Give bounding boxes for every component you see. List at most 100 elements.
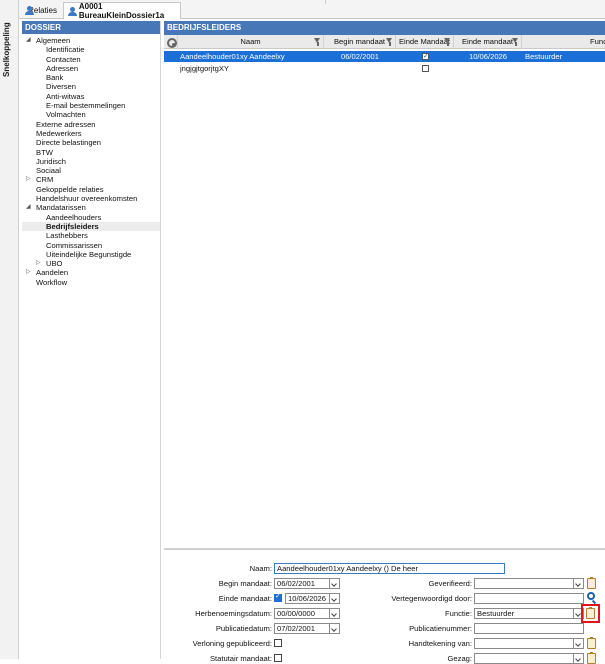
functie-field[interactable]: Bestuurder	[474, 608, 574, 619]
tree-item-label: Workflow	[36, 278, 67, 287]
tree-item[interactable]: Contacten	[22, 55, 160, 64]
cell-naam: Aandeelhouder01xy Aandeelxy	[180, 51, 324, 62]
publicatiedatum-field[interactable]: 07/02/2001	[274, 623, 330, 634]
column-header-naam[interactable]: Naam	[178, 35, 324, 49]
tree-item[interactable]: Volmachten	[22, 110, 160, 119]
tree-item[interactable]: E-mail bestemmelingen	[22, 101, 160, 110]
begin-mandaat-field[interactable]: 06/02/2001	[274, 578, 330, 589]
clipboard-icon[interactable]	[587, 578, 596, 589]
tree-item[interactable]: Externe adressen	[22, 120, 160, 129]
column-header-einde-mandaat[interactable]: Einde mandaat	[454, 35, 522, 49]
tree-item[interactable]: Sociaal	[22, 166, 160, 175]
column-header-functie[interactable]: Functie	[522, 35, 605, 49]
begin-mandaat-label: Begin mandaat:	[184, 578, 272, 589]
expand-arrow-icon[interactable]: ◢	[26, 36, 31, 45]
tree-item[interactable]: ▷ CRM	[22, 175, 160, 184]
einde-mandaat-field[interactable]: 10/06/2026	[285, 593, 330, 604]
tree-item[interactable]: Lasthebbers	[22, 231, 160, 240]
tree-item-label: Bedrijfsleiders	[46, 222, 99, 231]
table-row[interactable]: Aandeelhouder01xy Aandeelxy 06/02/2001 1…	[164, 51, 605, 62]
einde-mandaat-checkbox[interactable]	[422, 53, 429, 60]
handtekening-label: Handtekening van:	[372, 638, 472, 649]
einde-mandaat-dropdown[interactable]	[330, 593, 340, 604]
geverifieerd-field[interactable]	[474, 578, 574, 589]
einde-mandaat-checkbox[interactable]	[274, 594, 282, 602]
herbenoemingsdatum-dropdown[interactable]	[330, 608, 340, 619]
tree-item[interactable]: Anti-witwas	[22, 92, 160, 101]
publicatienummer-field[interactable]	[474, 623, 584, 634]
tree-item-label: Bank	[46, 73, 63, 82]
tree-item[interactable]: Workflow	[22, 278, 160, 287]
grid-header: Naam Begin mandaat Einde Mandaat Einde m…	[164, 35, 605, 49]
tree-item[interactable]: ▷ UBO	[22, 259, 160, 268]
naam-field[interactable]: Aandeelhouder01xy Aandeelxy () De heer	[274, 563, 505, 574]
tree-item[interactable]: Diversen	[22, 82, 160, 91]
statutair-checkbox[interactable]	[274, 654, 282, 662]
tree-item-label: Identificatie	[46, 45, 84, 54]
tree-item[interactable]: Handelshuur overeenkomsten	[22, 194, 160, 203]
detail-form: Naam: Aandeelhouder01xy Aandeelxy () De …	[164, 554, 605, 659]
filter-icon[interactable]	[314, 38, 321, 46]
tree-item-label: CRM	[36, 175, 53, 184]
tree-item[interactable]: Uiteindelijke Begunstigde	[22, 250, 160, 259]
collapse-arrow-icon[interactable]: ▷	[26, 175, 31, 184]
quick-link-strip[interactable]: Snelkoppeling	[0, 0, 19, 659]
publicatiedatum-dropdown[interactable]	[330, 623, 340, 634]
tree-item-label: E-mail bestemmelingen	[46, 101, 125, 110]
column-header-einde-mandaat-check[interactable]: Einde Mandaat	[396, 35, 454, 49]
handtekening-field[interactable]	[474, 638, 574, 649]
verloning-label: Verloning gepubliceerd:	[164, 638, 272, 649]
tree-item-label: Anti-witwas	[46, 92, 84, 101]
tree-item[interactable]: ◢Mandatarissen	[22, 203, 160, 212]
tab-relaties[interactable]: Relaties	[21, 2, 61, 19]
expand-arrow-icon[interactable]: ◢	[26, 203, 31, 212]
tree-item[interactable]: Bank	[22, 73, 160, 82]
tree-item-label: Sociaal	[36, 166, 61, 175]
tree-item[interactable]: Commissarissen	[22, 241, 160, 250]
tree-item[interactable]: Gekoppelde relaties	[22, 185, 160, 194]
splitter[interactable]	[164, 548, 605, 550]
filter-icon[interactable]	[512, 38, 519, 46]
collapse-arrow-icon[interactable]: ▷	[36, 259, 41, 268]
tree-item[interactable]: BTW	[22, 148, 160, 157]
tab-dossier[interactable]: A0001 BureauKleinDossier1a	[63, 2, 181, 19]
clipboard-icon[interactable]	[586, 608, 595, 619]
column-naam-label: Naam	[240, 37, 260, 46]
tree-item-label: Medewerkers	[36, 129, 82, 138]
herbenoemingsdatum-field[interactable]: 00/00/0000	[274, 608, 330, 619]
clipboard-icon[interactable]	[587, 638, 596, 649]
quick-link-label[interactable]: Snelkoppeling	[2, 22, 11, 82]
tree-item-label: Directe belastingen	[36, 138, 101, 147]
collapse-arrow-icon[interactable]: ▷	[26, 268, 31, 277]
dossier-tree: ◢AlgemeenIdentificatieContactenAdressenB…	[22, 36, 160, 287]
search-icon[interactable]	[587, 592, 595, 600]
dossier-panel: DOSSIER ◢AlgemeenIdentificatieContactenA…	[22, 21, 161, 659]
tree-item[interactable]: Medewerkers	[22, 129, 160, 138]
tree-item[interactable]: ▷Aandelen	[22, 268, 160, 277]
begin-mandaat-dropdown[interactable]	[330, 578, 340, 589]
tree-item[interactable]: Juridisch	[22, 157, 160, 166]
handtekening-dropdown[interactable]	[574, 638, 584, 649]
tree-item-label: UBO	[46, 259, 62, 268]
cell-functie: Bestuurder	[525, 51, 605, 62]
grid-settings-button[interactable]	[164, 35, 178, 49]
einde-mandaat-checkbox[interactable]	[422, 65, 429, 72]
geverifieerd-dropdown[interactable]	[574, 578, 584, 589]
column-header-begin-mandaat[interactable]: Begin mandaat	[324, 35, 396, 49]
filter-icon[interactable]	[444, 38, 451, 46]
tree-item[interactable]: Identificatie	[22, 45, 160, 54]
tree-item[interactable]: Bedrijfsleiders	[22, 222, 160, 231]
tree-item-label: Uiteindelijke Begunstigde	[46, 250, 131, 259]
tab-dossier-label: A0001 BureauKleinDossier1a	[79, 2, 176, 20]
verloning-checkbox[interactable]	[274, 639, 282, 647]
tree-item[interactable]: Adressen	[22, 64, 160, 73]
tree-item[interactable]: Aandeelhouders	[22, 213, 160, 222]
filter-icon[interactable]	[386, 38, 393, 46]
tree-item-label: Volmachten	[46, 110, 86, 119]
tree-item[interactable]: ◢Algemeen	[22, 36, 160, 45]
person-icon	[68, 7, 76, 16]
vertegenwoordigd-field[interactable]	[474, 593, 584, 604]
table-row[interactable]: jngjgjtgorjtgXY	[164, 63, 605, 74]
tree-item-label: Handelshuur overeenkomsten	[36, 194, 137, 203]
tree-item[interactable]: Directe belastingen	[22, 138, 160, 147]
